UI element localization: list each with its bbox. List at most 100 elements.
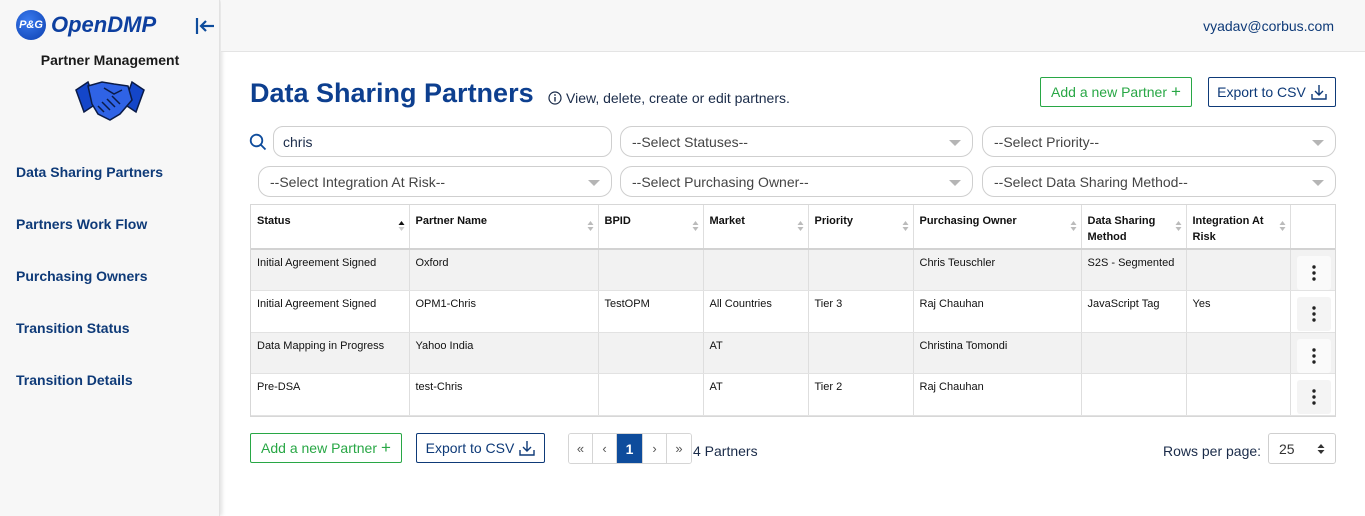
column-header-purchasing-owner[interactable]: Purchasing Owner <box>913 205 1082 250</box>
table-row[interactable]: Pre-DSA test-Chris AT Tier 2 Raj Chauhan <box>251 373 1335 416</box>
cell-bpid: TestOPM <box>598 290 704 333</box>
column-label: Purchasing Owner <box>919 215 1017 227</box>
row-actions-menu-button[interactable] <box>1296 338 1331 373</box>
column-label: Partner Name <box>415 215 488 227</box>
first-page-button[interactable]: « <box>569 434 593 463</box>
next-page-button[interactable]: › <box>643 434 667 463</box>
column-label: Data Sharing Method <box>1087 215 1156 243</box>
column-header-market[interactable]: Market <box>703 205 809 250</box>
column-header-actions <box>1290 205 1335 250</box>
page-title: Data Sharing Partners <box>250 78 534 108</box>
sidebar-item-transition-details[interactable]: Transition Details <box>16 372 133 388</box>
sort-icon <box>587 221 593 231</box>
cell-data-sharing-method: JavaScript Tag <box>1081 290 1187 333</box>
column-label: Market <box>709 215 745 227</box>
column-header-partner-name[interactable]: Partner Name <box>409 205 599 250</box>
cell-market <box>703 249 809 291</box>
partner-count: 4 Partners <box>693 443 758 459</box>
sort-icon <box>1070 221 1076 231</box>
cell-partner-name: OPM1-Chris <box>409 290 599 333</box>
sort-icon <box>692 221 698 231</box>
table-row[interactable]: Initial Agreement Signed OPM1-Chris Test… <box>251 290 1335 333</box>
cell-status: Initial Agreement Signed <box>251 249 410 291</box>
select-statuses-placeholder: --Select Statuses-- <box>632 133 748 150</box>
chevron-down-icon <box>949 180 961 186</box>
row-actions-menu-button[interactable] <box>1296 256 1331 290</box>
sort-ascending-icon <box>398 221 404 231</box>
cell-actions <box>1290 249 1335 291</box>
prev-page-button[interactable]: ‹ <box>593 434 617 463</box>
sidebar-item-transition-status[interactable]: Transition Status <box>16 320 130 336</box>
cell-bpid <box>598 373 704 416</box>
column-label: Integration At Risk <box>1192 215 1264 243</box>
pagination: « ‹ 1 › » <box>568 433 692 464</box>
cell-priority <box>808 332 914 374</box>
sidebar-item-data-sharing-partners[interactable]: Data Sharing Partners <box>16 164 163 180</box>
column-label: BPID <box>604 215 631 227</box>
search-input[interactable] <box>273 126 612 157</box>
cell-integration-at-risk: Yes <box>1186 290 1291 333</box>
select-purchasing-owner[interactable]: --Select Purchasing Owner-- <box>620 166 973 197</box>
pg-logo-icon: P&G <box>16 10 46 40</box>
cell-priority: Tier 2 <box>808 373 914 416</box>
rows-per-page-label: Rows per page: <box>1163 443 1262 459</box>
export-csv-button-bottom[interactable]: Export to CSV <box>416 433 545 463</box>
column-header-priority[interactable]: Priority <box>808 205 914 250</box>
select-purchasing-owner-placeholder: --Select Purchasing Owner-- <box>632 173 809 190</box>
export-csv-label: Export to CSV <box>425 440 515 456</box>
chevron-down-icon <box>949 140 961 146</box>
sort-icon <box>1279 221 1285 231</box>
cell-market: AT <box>703 373 809 416</box>
add-partner-button-top[interactable]: Add a new Partner + <box>1040 77 1192 107</box>
user-email[interactable]: vyadav@corbus.com <box>1203 18 1334 34</box>
cell-status: Pre-DSA <box>251 373 410 416</box>
handshake-icon <box>75 80 145 121</box>
sort-icon <box>797 221 803 231</box>
cell-bpid <box>598 249 704 291</box>
sort-icon <box>1175 221 1181 231</box>
add-partner-button-bottom[interactable]: Add a new Partner + <box>250 433 402 463</box>
column-header-status[interactable]: Status <box>251 205 410 250</box>
add-partner-label: Add a new Partner <box>261 440 378 456</box>
last-page-button[interactable]: » <box>667 434 691 463</box>
brand[interactable]: P&G OpenDMP <box>16 10 156 40</box>
column-header-integration-at-risk[interactable]: Integration At Risk <box>1186 205 1291 250</box>
collapse-sidebar-icon[interactable] <box>193 14 217 38</box>
cell-purchasing-owner: Chris Teuschler <box>913 249 1082 291</box>
page-subtitle: View, delete, create or edit partners. <box>566 90 790 106</box>
cell-market: All Countries <box>703 290 809 333</box>
sidebar: P&G OpenDMP Partner Management Data Shar… <box>0 0 220 516</box>
table-row[interactable]: Data Mapping in Progress Yahoo India AT … <box>251 332 1335 374</box>
select-integration-placeholder: --Select Integration At Risk-- <box>270 173 446 190</box>
chevron-down-icon <box>1312 180 1324 186</box>
table-row[interactable]: Initial Agreement Signed Oxford Chris Te… <box>251 249 1335 291</box>
chevron-down-icon <box>588 180 600 186</box>
add-partner-label: Add a new Partner <box>1051 84 1168 100</box>
partners-table: Status Partner Name BPID Market Priority… <box>250 204 1336 417</box>
rows-per-page-value: 25 <box>1279 440 1295 457</box>
export-csv-button-top[interactable]: Export to CSV <box>1208 77 1336 107</box>
cell-partner-name: test-Chris <box>409 373 599 416</box>
select-data-sharing-method[interactable]: --Select Data Sharing Method-- <box>982 166 1336 197</box>
select-statuses[interactable]: --Select Statuses-- <box>620 126 973 157</box>
cell-status: Initial Agreement Signed <box>251 290 410 333</box>
cell-integration-at-risk <box>1186 332 1291 374</box>
column-header-bpid[interactable]: BPID <box>598 205 704 250</box>
column-label: Status <box>257 215 291 227</box>
cell-purchasing-owner: Christina Tomondi <box>913 332 1082 374</box>
row-actions-menu-button[interactable] <box>1296 380 1331 414</box>
rows-per-page-select[interactable]: 25 <box>1268 433 1336 464</box>
select-priority[interactable]: --Select Priority-- <box>982 126 1336 157</box>
sidebar-item-purchasing-owners[interactable]: Purchasing Owners <box>16 268 147 284</box>
page-button-current[interactable]: 1 <box>617 434 643 463</box>
select-integration-at-risk[interactable]: --Select Integration At Risk-- <box>258 166 612 197</box>
brand-name: OpenDMP <box>51 12 157 37</box>
more-vertical-icon <box>1311 265 1316 281</box>
column-label: Priority <box>814 215 854 227</box>
column-header-data-sharing-method[interactable]: Data Sharing Method <box>1081 205 1187 250</box>
row-actions-menu-button[interactable] <box>1296 297 1331 331</box>
sidebar-item-partners-work-flow[interactable]: Partners Work Flow <box>16 216 147 232</box>
cell-purchasing-owner: Raj Chauhan <box>913 290 1082 333</box>
cell-data-sharing-method: S2S - Segmented <box>1081 249 1187 291</box>
search-icon <box>249 133 267 151</box>
